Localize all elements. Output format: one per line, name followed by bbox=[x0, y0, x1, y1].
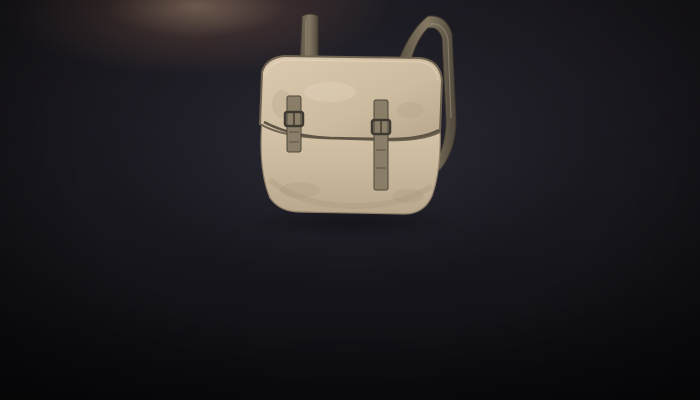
canvas-backpack-icon bbox=[242, 13, 462, 238]
item-preview-scene bbox=[0, 0, 700, 400]
